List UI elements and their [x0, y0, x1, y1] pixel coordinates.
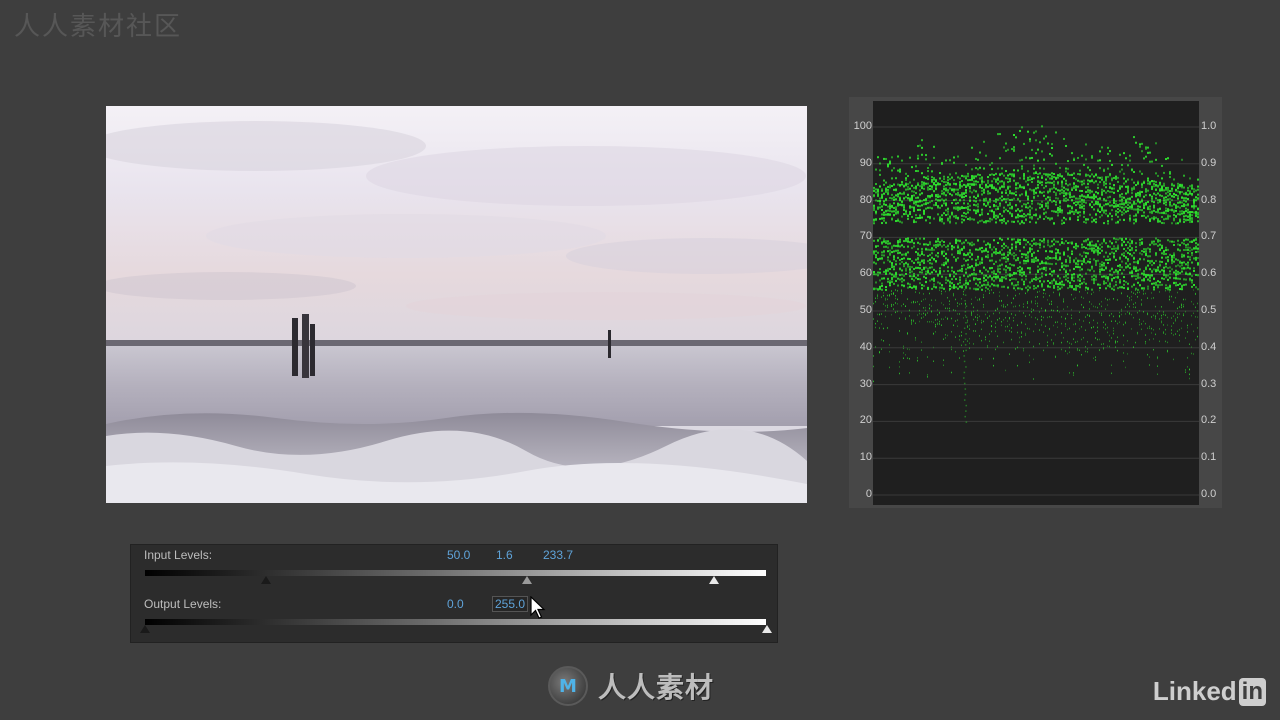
output-levels-gradient[interactable] [145, 619, 766, 625]
waveform-right-tick-label: 0.1 [1201, 451, 1217, 464]
input-black-slider-handle[interactable] [261, 576, 271, 584]
waveform-left-tick-label: 60 [859, 267, 872, 280]
linkedin-logo: Linked in [1153, 676, 1266, 707]
waveform-left-tick-label: 0 [865, 488, 872, 500]
watermark-center: M 人人素材 [548, 664, 714, 708]
input-black-value[interactable]: 50.0 [447, 548, 470, 562]
waveform-left-tick-label: 20 [859, 414, 872, 427]
waveform-right-tick-label: 0.0 [1201, 488, 1217, 500]
levels-panel: Input Levels: 50.0 1.6 233.7 Output Leve… [130, 544, 778, 643]
waveform-left-tick-label: 100 [853, 120, 872, 132]
waveform-right-tick-label: 0.2 [1201, 414, 1217, 427]
waveform-left-tick-label: 30 [859, 377, 872, 390]
input-gamma-value[interactable]: 1.6 [496, 548, 513, 562]
input-white-slider-handle[interactable] [709, 576, 719, 584]
input-levels-gradient[interactable] [145, 570, 766, 576]
waveform-right-tick-label: 0.8 [1201, 193, 1217, 206]
video-frame-image [106, 106, 807, 503]
waveform-plot [873, 101, 1199, 505]
waveform-left-tick-label: 80 [859, 193, 872, 206]
output-white-slider-handle[interactable] [762, 625, 772, 633]
pointer-cursor-icon [530, 596, 546, 619]
waveform-right-tick-label: 0.3 [1201, 377, 1217, 390]
application-window: 人人素材社区 100 1.0 90 0.9 80 0.8 70 0.7 60 0… [0, 0, 1280, 720]
waveform-left-tick-label: 70 [859, 230, 872, 243]
input-white-value[interactable]: 233.7 [543, 548, 573, 562]
waveform-trace [873, 125, 1199, 496]
linkedin-in-badge: in [1238, 677, 1266, 706]
waveform-right-tick-label: 0.9 [1201, 156, 1217, 169]
waveform-right-tick-label: 0.5 [1201, 304, 1217, 316]
waveform-left-tick-label: 10 [859, 451, 872, 464]
video-preview[interactable] [106, 106, 807, 503]
output-black-value[interactable]: 0.0 [447, 597, 464, 611]
watermark-top-left: 人人素材社区 [14, 12, 183, 42]
waveform-left-tick-label: 90 [859, 156, 872, 169]
waveform-right-tick-label: 1.0 [1201, 120, 1217, 132]
waveform-right-tick-label: 0.7 [1201, 230, 1217, 243]
watermark-center-text: 人人素材 [598, 671, 715, 704]
input-levels-label: Input Levels: [144, 548, 213, 562]
output-white-value[interactable]: 255.0 [492, 596, 529, 612]
input-gamma-slider-handle[interactable] [522, 576, 532, 584]
rr-logo-icon: M [548, 666, 588, 706]
waveform-right-tick-label: 0.6 [1201, 267, 1217, 280]
waveform-right-tick-label: 0.4 [1201, 340, 1217, 353]
waveform-left-tick-label: 40 [859, 340, 872, 353]
linkedin-logo-text: Linked [1152, 676, 1237, 706]
output-levels-label: Output Levels: [144, 597, 222, 611]
output-black-slider-handle[interactable] [140, 625, 150, 633]
waveform-left-tick-label: 50 [859, 304, 872, 316]
